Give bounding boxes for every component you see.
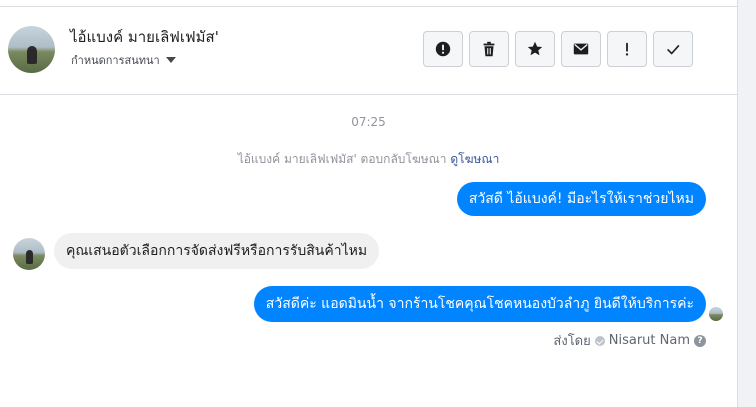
delete-button[interactable] — [469, 31, 509, 67]
alert-circle-icon — [435, 41, 451, 57]
checkmark-icon — [667, 44, 680, 55]
message-timestamp: 07:25 — [351, 115, 386, 129]
read-receipt-avatar — [709, 307, 723, 321]
verified-check-icon — [594, 335, 605, 346]
sent-by-label: ส่งโดย — [553, 334, 591, 349]
schedule-label: กำหนดการสนทนา — [71, 54, 160, 67]
mark-done-button[interactable] — [653, 31, 693, 67]
sent-by-info: ส่งโดย Nisarut Nam ? — [553, 330, 706, 351]
contact-name[interactable]: ไอ้แบงค์ มายเลิฟเฟมัส' — [70, 25, 219, 49]
message-bubble-outgoing[interactable]: สวัสดีค่ะ แอดมินน้ำ จากร้านโชคคุณโชคหนอง… — [253, 286, 706, 322]
star-button[interactable] — [515, 31, 555, 67]
alert-button[interactable] — [423, 31, 463, 67]
star-icon — [527, 41, 543, 56]
system-note-text: ไอ้แบงค์ มายเลิฟเฟมัส' ตอบกลับโฆษณา — [237, 152, 447, 166]
contact-avatar[interactable] — [8, 26, 55, 73]
message-bubble-outgoing[interactable]: สวัสดี ไอ้แบงค์! มีอะไรให้เราช่วยไหม — [456, 182, 706, 216]
exclamation-icon — [625, 42, 629, 56]
message-bubble-incoming[interactable]: คุณเสนอตัวเลือกการจัดส่งฟรีหรือการรับสิน… — [54, 233, 380, 269]
help-icon[interactable]: ? — [694, 334, 706, 347]
conversation-schedule-dropdown[interactable]: กำหนดการสนทนา — [71, 51, 176, 69]
trash-icon — [483, 41, 495, 57]
right-panel-edge — [738, 0, 756, 407]
conversation-toolbar — [423, 31, 693, 67]
conversation-header: ไอ้แบงค์ มายเลิฟเฟมัส' กำหนดการสนทนา — [0, 7, 737, 95]
view-ad-link[interactable]: ดูโฆษณา — [450, 152, 499, 166]
caret-down-icon — [165, 57, 176, 63]
system-note: ไอ้แบงค์ มายเลิฟเฟมัส' ตอบกลับโฆษณา ดูโฆ… — [0, 150, 737, 169]
sent-by-name: Nisarut Nam — [608, 333, 690, 348]
mark-unread-button[interactable] — [561, 31, 601, 67]
important-button[interactable] — [607, 31, 647, 67]
envelope-icon — [573, 43, 589, 55]
contact-avatar-small[interactable] — [13, 238, 45, 270]
